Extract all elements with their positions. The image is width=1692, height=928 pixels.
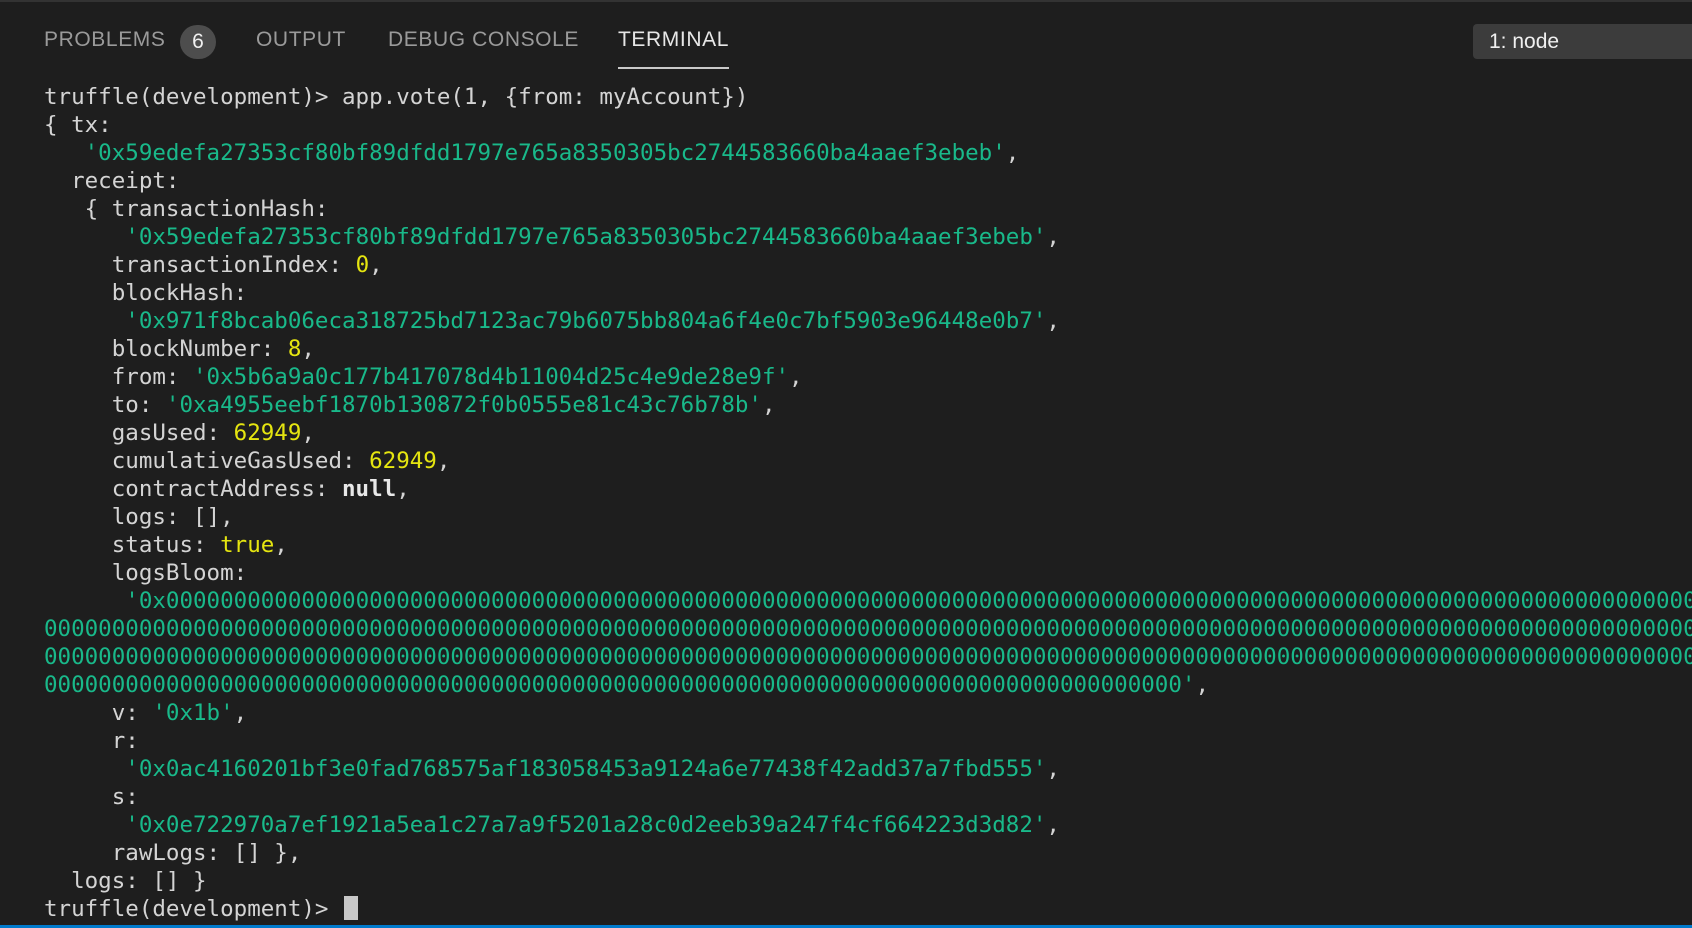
transaction-index-key: transactionIndex: [44,252,356,278]
s-value: '0x0e722970a7ef1921a5ea1c27a7a9f5201a28c… [125,812,1047,838]
logs-bloom-value: 0000000000000000000000000000000000000000… [44,644,1692,670]
transaction-hash-key: { transactionHash: [44,196,329,222]
comma: , [436,448,451,474]
from-value: '0x5b6a9a0c177b417078d4b11004d25c4e9de28… [193,364,790,390]
comma: , [789,364,803,390]
comma: , [1046,812,1060,838]
comma: , [761,392,776,418]
comma: , [369,252,383,278]
terminal-line: rawLogs: [] }, [44,839,1692,867]
terminal-instance-select[interactable]: 1: node [1473,24,1692,59]
logs-key: logs: [], [44,504,234,530]
terminal-line: receipt: [44,167,1692,195]
terminal-line: from: '0x5b6a9a0c177b417078d4b11004d25c4… [44,363,1692,391]
terminal-line: s: [44,783,1692,811]
terminal-line: 0000000000000000000000000000000000000000… [44,615,1692,643]
v-value: '0x1b' [152,700,234,726]
terminal-line: logs: [] } [44,867,1692,895]
logs-bloom-key: logsBloom: [44,560,248,586]
status-value: true [220,532,275,558]
comma: , [1195,672,1209,698]
from-key: from: [44,364,194,390]
cumulative-gas-used-value: 62949 [369,448,437,474]
terminal-line: 0000000000000000000000000000000000000000… [44,643,1692,671]
terminal-line: '0x0000000000000000000000000000000000000… [44,587,1692,615]
raw-logs-key: rawLogs: [] }, [44,840,302,866]
to-key: to: [44,392,166,418]
terminal-line: '0x0ac4160201bf3e0fad768575af183058453a9… [44,755,1692,783]
terminal-line: r: [44,727,1692,755]
comma: , [1005,140,1020,166]
gas-used-value: 62949 [233,420,302,446]
terminal-line: truffle(development)> app.vote(1, {from:… [44,83,1692,111]
prompt: truffle(development)> [44,84,343,110]
problems-count-badge: 6 [180,25,216,59]
comma: , [1046,308,1060,334]
terminal-panel: PROBLEMS 6 OUTPUT DEBUG CONSOLE TERMINAL… [0,0,1692,928]
contract-address-key: contractAddress: [44,476,343,502]
comma: , [1046,224,1060,250]
r-value: '0x0ac4160201bf3e0fad768575af183058453a9… [125,756,1047,782]
cumulative-gas-used-key: cumulativeGasUsed: [44,448,370,474]
terminal-line: status: true, [44,531,1692,559]
logs-bloom-value: 0000000000000000000000000000000000000000… [44,672,1196,698]
tx-hash-value: '0x59edefa27353cf80bf89dfdd1797e765a8350… [84,140,1006,166]
r-key: r: [44,728,139,754]
tab-debug-console[interactable]: DEBUG CONSOLE [388,28,579,68]
terminal-line: cumulativeGasUsed: 62949, [44,447,1692,475]
block-number-value: 8 [287,336,302,362]
tx-key: { tx: [44,112,112,138]
comma: , [274,532,288,558]
logs-bloom-value: 0000000000000000000000000000000000000000… [44,616,1692,642]
outer-logs-key: logs: [] } [44,868,207,894]
comma: , [396,476,410,502]
comma: , [301,420,315,446]
block-number-key: blockNumber: [44,336,288,362]
to-value: '0xa4955eebf1870b130872f0b0555e81c43c76b… [165,392,762,418]
terminal-line: { tx: [44,111,1692,139]
gas-used-key: gasUsed: [44,420,234,446]
logs-bloom-value: '0x0000000000000000000000000000000000000… [125,588,1692,614]
receipt-key: receipt: [44,168,180,194]
tab-problems[interactable]: PROBLEMS [44,28,166,68]
terminal-line: to: '0xa4955eebf1870b130872f0b0555e81c43… [44,391,1692,419]
terminal-line: 0000000000000000000000000000000000000000… [44,671,1692,699]
terminal-output[interactable]: truffle(development)> app.vote(1, {from:… [44,83,1692,923]
command-text: app.vote(1, {from: myAccount}) [342,84,749,110]
prompt: truffle(development)> [44,896,343,922]
terminal-line: '0x59edefa27353cf80bf89dfdd1797e765a8350… [44,139,1692,167]
transaction-index-value: 0 [355,252,370,278]
panel-tab-bar: PROBLEMS 6 OUTPUT DEBUG CONSOLE TERMINAL… [0,2,1692,80]
terminal-line: gasUsed: 62949, [44,419,1692,447]
comma: , [1046,756,1060,782]
terminal-line: v: '0x1b', [44,699,1692,727]
tab-output[interactable]: OUTPUT [256,28,346,68]
text-cursor [344,896,359,920]
terminal-line: logs: [], [44,503,1692,531]
s-key: s: [44,784,139,810]
terminal-line: { transactionHash: [44,195,1692,223]
terminal-line: '0x59edefa27353cf80bf89dfdd1797e765a8350… [44,223,1692,251]
comma: , [301,336,315,362]
contract-address-value: null [342,476,397,502]
terminal-line: truffle(development)> [44,895,1692,923]
status-key: status: [44,532,221,558]
terminal-line: '0x971f8bcab06eca318725bd7123ac79b6075bb… [44,307,1692,335]
tab-terminal[interactable]: TERMINAL [618,28,729,69]
terminal-line: blockNumber: 8, [44,335,1692,363]
terminal-line: '0x0e722970a7ef1921a5ea1c27a7a9f5201a28c… [44,811,1692,839]
terminal-line: blockHash: [44,279,1692,307]
comma: , [233,700,248,726]
terminal-line: transactionIndex: 0, [44,251,1692,279]
block-hash-value: '0x971f8bcab06eca318725bd7123ac79b6075bb… [125,308,1047,334]
terminal-line: contractAddress: null, [44,475,1692,503]
terminal-line: logsBloom: [44,559,1692,587]
v-key: v: [44,700,153,726]
block-hash-key: blockHash: [44,280,248,306]
transaction-hash-value: '0x59edefa27353cf80bf89dfdd1797e765a8350… [125,224,1047,250]
